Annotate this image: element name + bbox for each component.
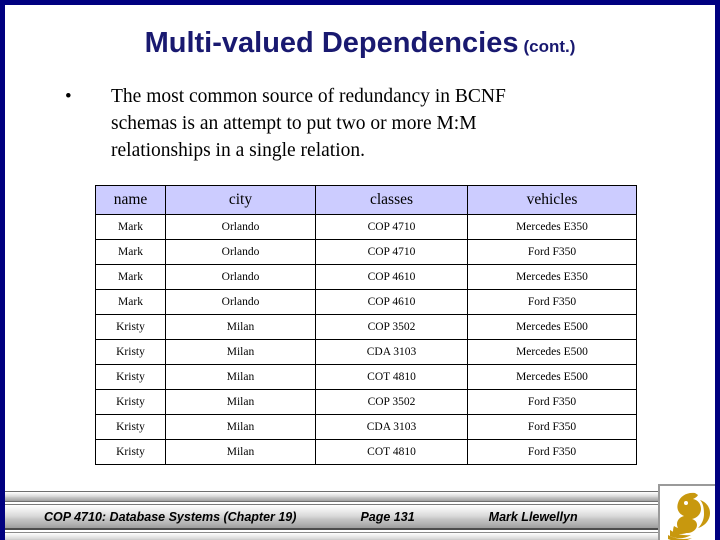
cell-city: Orlando [165,264,316,290]
cell-classes: COP 3502 [315,314,468,340]
table-row: Mark Orlando COP 4610 Mercedes E350 [95,264,637,290]
cell-city: Milan [165,364,316,390]
pegasus-icon [660,486,715,540]
cell-city: Milan [165,339,316,365]
cell-vehicles: Ford F350 [467,289,637,315]
cell-city: Orlando [165,239,316,265]
cell-classes: COP 4710 [315,239,468,265]
cell-classes: COP 4710 [315,214,468,240]
cell-classes: COT 4810 [315,439,468,465]
bullet-line-1: The most common source of redundancy in … [111,86,506,107]
cell-name: Kristy [95,439,166,465]
column-header-classes: classes [315,185,468,215]
table-row: Kristy Milan COP 3502 Ford F350 [95,389,637,415]
table-header-row: name city classes vehicles [95,185,637,215]
table-row: Kristy Milan COT 4810 Mercedes E500 [95,364,637,390]
cell-classes: CDA 3103 [315,339,468,365]
cell-vehicles: Ford F350 [467,439,637,465]
table-body: Mark Orlando COP 4710 Mercedes E350 Mark Orla… [95,214,637,465]
footer-band-bottom [5,532,715,540]
cell-vehicles: Mercedes E500 [467,364,637,390]
column-header-vehicles: vehicles [467,185,637,215]
footer-page-number: Page 131 [360,510,415,524]
bullet-line-3: relationships in a single relation. [111,140,365,161]
cell-name: Kristy [95,339,166,365]
cell-name: Mark [95,264,166,290]
table-row: Kristy Milan COT 4810 Ford F350 [95,439,637,465]
table-row: Mark Orlando COP 4610 Ford F350 [95,289,637,315]
page-title: Multi-valued Dependencies (cont.) [5,27,715,60]
footer-author-label: Mark Llewellyn [488,510,578,524]
cell-city: Orlando [165,289,316,315]
table-row: Mark Orlando COP 4710 Ford F350 [95,239,637,265]
bullet-text: The most common source of redundancy in … [111,83,675,164]
cell-name: Mark [95,239,166,265]
cell-city: Milan [165,439,316,465]
cell-classes: COT 4810 [315,364,468,390]
footer-text-group: COP 4710: Database Systems (Chapter 19) … [5,504,700,530]
cell-vehicles: Mercedes E350 [467,214,637,240]
pegasus-eye [684,501,688,505]
slide-canvas: Multi-valued Dependencies (cont.) • The m… [0,0,720,540]
column-header-city: city [165,185,316,215]
table-row: Kristy Milan CDA 3103 Ford F350 [95,414,637,440]
cell-name: Mark [95,289,166,315]
cell-classes: CDA 3103 [315,414,468,440]
cell-city: Milan [165,414,316,440]
cell-vehicles: Mercedes E500 [467,339,637,365]
table-row: Kristy Milan COP 3502 Mercedes E500 [95,314,637,340]
cell-classes: COP 3502 [315,389,468,415]
slide-footer: COP 4710: Database Systems (Chapter 19) … [5,489,715,540]
cell-classes: COP 4610 [315,289,468,315]
bullet-line-2: schemas is an attempt to put two or more… [111,113,477,134]
cell-vehicles: Ford F350 [467,414,637,440]
cell-vehicles: Ford F350 [467,389,637,415]
page-title-suffix: (cont.) [523,37,576,56]
table-row: Kristy Milan CDA 3103 Mercedes E500 [95,339,637,365]
cell-name: Kristy [95,314,166,340]
table-row: Mark Orlando COP 4710 Mercedes E350 [95,214,637,240]
cell-vehicles: Mercedes E500 [467,314,637,340]
cell-city: Milan [165,314,316,340]
bullet-marker-icon: • [65,86,72,107]
cell-name: Kristy [95,414,166,440]
cell-city: Milan [165,389,316,415]
ucf-pegasus-logo [658,484,715,540]
footer-course-label: COP 4710: Database Systems (Chapter 19) [44,510,297,524]
footer-band-top [5,491,715,502]
cell-name: Mark [95,214,166,240]
cell-vehicles: Ford F350 [467,239,637,265]
bullet-paragraph: • The most common source of redundancy i… [55,83,675,164]
page-title-main: Multi-valued Dependencies [144,27,519,59]
cell-vehicles: Mercedes E350 [467,264,637,290]
cell-name: Kristy [95,389,166,415]
cell-city: Orlando [165,214,316,240]
cell-classes: COP 4610 [315,264,468,290]
cell-name: Kristy [95,364,166,390]
column-header-name: name [95,185,166,215]
relation-table: name city classes vehicles Mark Orlando CO… [95,185,637,465]
